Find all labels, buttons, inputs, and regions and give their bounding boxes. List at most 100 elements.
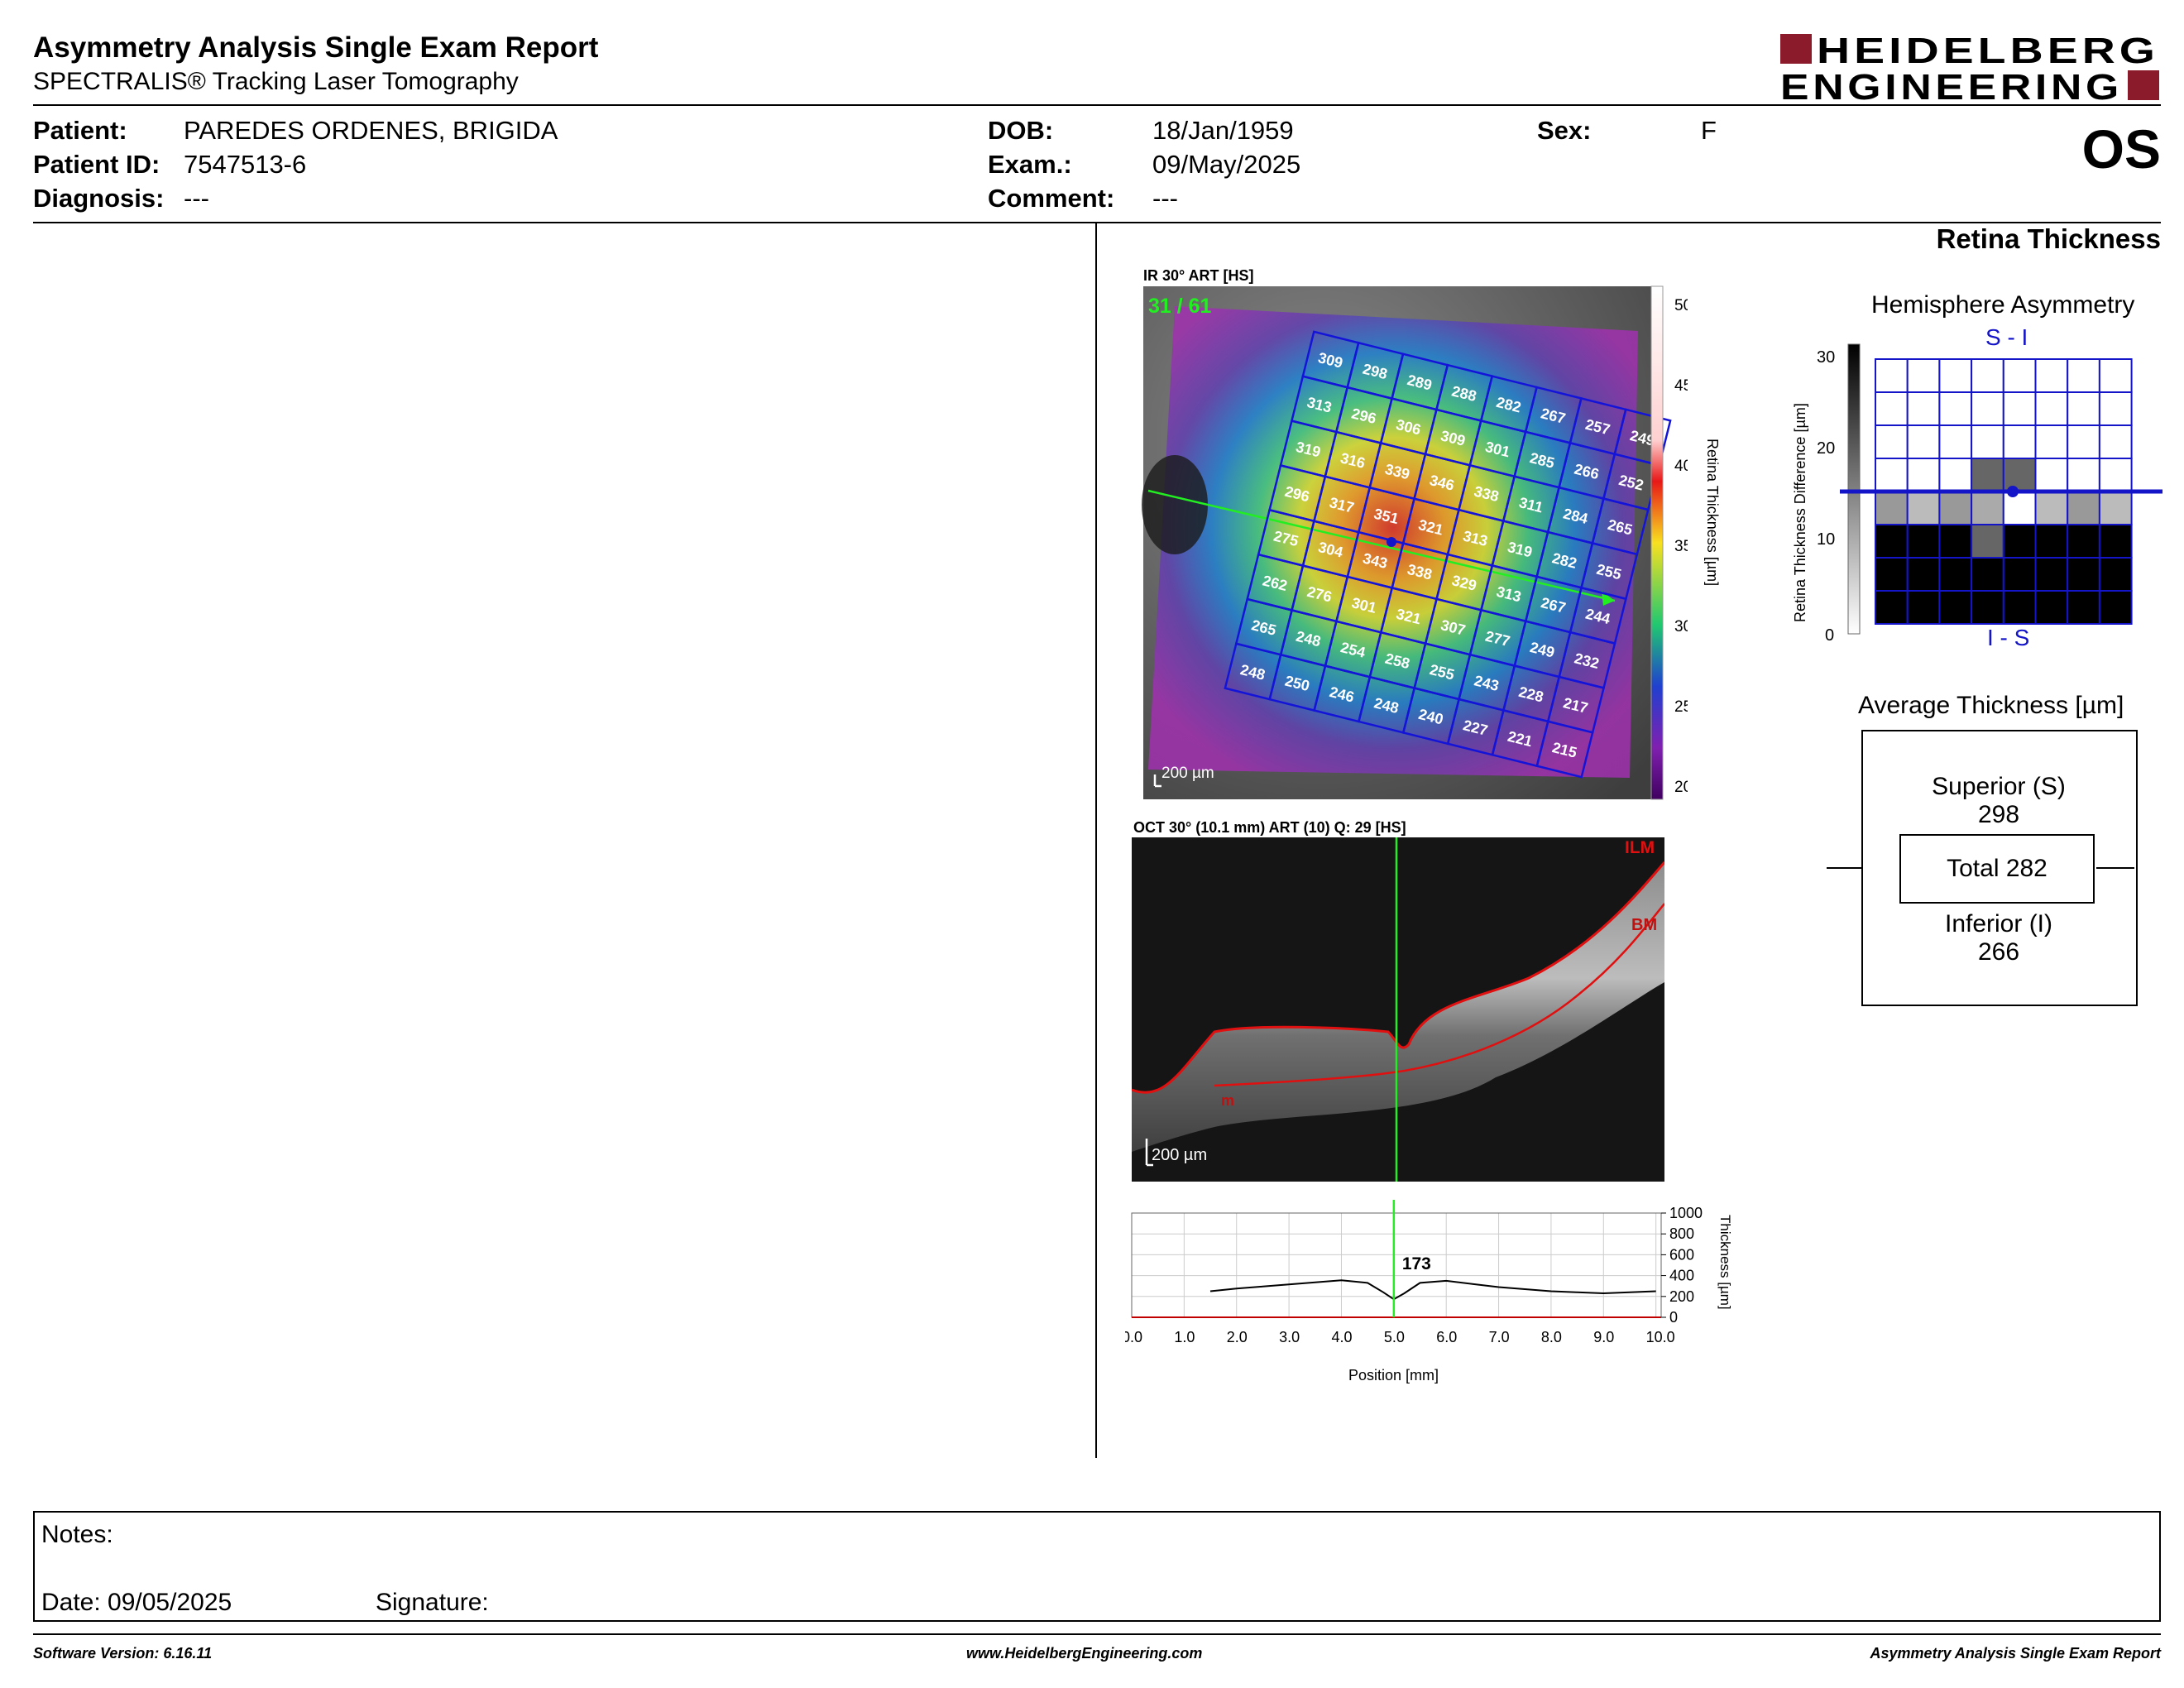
column-divider	[1095, 222, 1097, 1458]
hemisphere-cell	[1906, 557, 1941, 592]
exam-label: Exam.:	[988, 150, 1072, 179]
fovea-marker	[1387, 537, 1396, 547]
heidelberg-logo: HEIDELBERG ENGINEERING	[1780, 31, 2159, 104]
hemisphere-cell	[1906, 391, 1941, 426]
patient-name: PAREDES ORDENES, BRIGIDA	[184, 116, 558, 145]
date-label: Date: 09/05/2025	[41, 1589, 232, 1616]
hemisphere-cell	[1971, 458, 2004, 492]
report-title: Asymmetry Analysis Single Exam Report	[33, 31, 599, 64]
hemisphere-cell	[2067, 458, 2100, 492]
asymmetry-scale-bar	[1847, 343, 1861, 635]
hemisphere-cell	[1938, 557, 1973, 592]
profile-x-tick: 10.0	[1646, 1329, 1675, 1345]
comment-value: ---	[1152, 184, 1178, 213]
frame-label: 31 / 61	[1148, 295, 1212, 318]
asymmetry-scale-ticks: 30 20 10 0	[1817, 348, 1835, 645]
footer-software-version: Software Version: 6.16.11	[33, 1645, 213, 1662]
hemisphere-cell	[2098, 424, 2133, 459]
hemisphere-cell	[1875, 458, 1909, 492]
footer-report-name: Asymmetry Analysis Single Exam Report	[1870, 1645, 2161, 1662]
notes-label: Notes:	[41, 1521, 113, 1548]
optic-disc	[1142, 455, 1208, 554]
profile-y-ticks: 1000 800 600 400 200 0	[1661, 1205, 1703, 1326]
section-title: Retina Thickness	[1936, 223, 2161, 254]
hemisphere-cell	[1938, 391, 1973, 426]
thickness-profile-chart: 173 0.0 1.0 2.0 3.0 4.0 5.0 6.0 7.0 8.0 9.0 10.0 1…	[1125, 1200, 1733, 1383]
hemisphere-cell	[1875, 391, 1909, 426]
hemisphere-cell	[2098, 458, 2133, 492]
colorbar-title: Retina Thickness [µm]	[1704, 439, 1721, 587]
diagnosis-label: Diagnosis:	[33, 184, 165, 213]
hemisphere-cell	[1875, 524, 1909, 559]
asymmetry-scale-tick: 20	[1817, 439, 1835, 458]
profile-x-tick: 1.0	[1174, 1329, 1195, 1345]
hemisphere-cell	[2098, 491, 2133, 525]
colorbar	[1650, 285, 1664, 800]
dob-value: 18/Jan/1959	[1152, 116, 1294, 145]
comment-label: Comment:	[988, 184, 1115, 213]
hemisphere-cell	[2034, 491, 2069, 525]
colorbar-tick: 350	[1674, 538, 1688, 555]
hemisphere-cell	[1971, 424, 2004, 459]
hemisphere-cell	[2034, 557, 2069, 592]
hemisphere-cell	[1875, 557, 1909, 592]
profile-y-tick: 400	[1669, 1268, 1694, 1284]
dob-label: DOB:	[988, 116, 1054, 145]
colorbar-tick: 300	[1674, 618, 1688, 635]
hemisphere-cell	[1906, 590, 1941, 625]
hemisphere-cell	[2067, 391, 2100, 426]
profile-x-tick: 4.0	[1331, 1329, 1352, 1345]
profile-x-tick: 2.0	[1227, 1329, 1248, 1345]
report-subtitle: SPECTRALIS® Tracking Laser Tomography	[33, 68, 519, 95]
profile-y-tick: 0	[1669, 1309, 1678, 1326]
profile-x-tick: 6.0	[1436, 1329, 1457, 1345]
ir-scale-label: 200 µm	[1161, 765, 1214, 782]
hemisphere-cell	[1971, 557, 2004, 592]
profile-x-tick: 3.0	[1279, 1329, 1300, 1345]
colorbar-ticks: 500 450 400 350 300 250 200	[1674, 297, 1688, 796]
hemisphere-cell	[2034, 458, 2069, 492]
profile-x-tick: 9.0	[1593, 1329, 1614, 1345]
hemisphere-cell	[1938, 524, 1973, 559]
hemisphere-cell	[2002, 391, 2037, 426]
asymmetry-scale-tick: 0	[1825, 626, 1834, 645]
notes-box[interactable]	[33, 1511, 2161, 1622]
is-label: I - S	[1987, 625, 2029, 650]
info-divider	[33, 222, 2161, 223]
hemisphere-cell	[2098, 391, 2133, 426]
asymmetry-scale-tick: 30	[1817, 348, 1835, 367]
hemisphere-cell	[2098, 557, 2133, 592]
hemisphere-cell	[2034, 391, 2069, 426]
hemisphere-asymmetry-chart: S - I 30 20 10 0 Retina Thickness Differ…	[1792, 324, 2162, 650]
hemisphere-cell	[1875, 424, 1909, 459]
logo-square-bottom	[2128, 70, 2159, 100]
patient-id-label: Patient ID:	[33, 150, 160, 179]
hemisphere-cell	[2098, 590, 2133, 625]
colorbar-tick: 450	[1674, 377, 1688, 395]
hemisphere-cell	[2067, 557, 2100, 592]
profile-x-tick: 5.0	[1384, 1329, 1405, 1345]
signature-label: Signature:	[376, 1589, 489, 1616]
hemisphere-cell	[1938, 424, 1973, 459]
hemisphere-cell	[1971, 358, 2004, 393]
hemisphere-cell	[2067, 358, 2100, 393]
hemisphere-cell	[1971, 590, 2004, 625]
hemisphere-cell	[2034, 524, 2069, 559]
hemisphere-title: Hemisphere Asymmetry	[1871, 291, 2135, 319]
hemisphere-cell	[2002, 358, 2037, 393]
profile-marker-value: 173	[1402, 1254, 1431, 1273]
hemisphere-cell	[2067, 491, 2100, 525]
hemisphere-cell	[1938, 491, 1973, 525]
logo-square-top	[1780, 34, 1812, 64]
superior-label: Superior (S)	[1932, 773, 2066, 800]
ilm-label: ILM	[1625, 838, 1655, 857]
colorbar-tick: 500	[1674, 297, 1688, 314]
asymmetry-scale-tick: 10	[1817, 530, 1835, 549]
total-thickness-box: Total 282	[1899, 834, 2095, 904]
exam-value: 09/May/2025	[1152, 150, 1301, 179]
hemisphere-cell	[2034, 358, 2069, 393]
hemisphere-cell	[2002, 590, 2037, 625]
patient-label: Patient:	[33, 116, 127, 145]
footer-website[interactable]: www.HeidelbergEngineering.com	[966, 1645, 1202, 1662]
inferior-label: Inferior (I)	[1944, 910, 2053, 938]
